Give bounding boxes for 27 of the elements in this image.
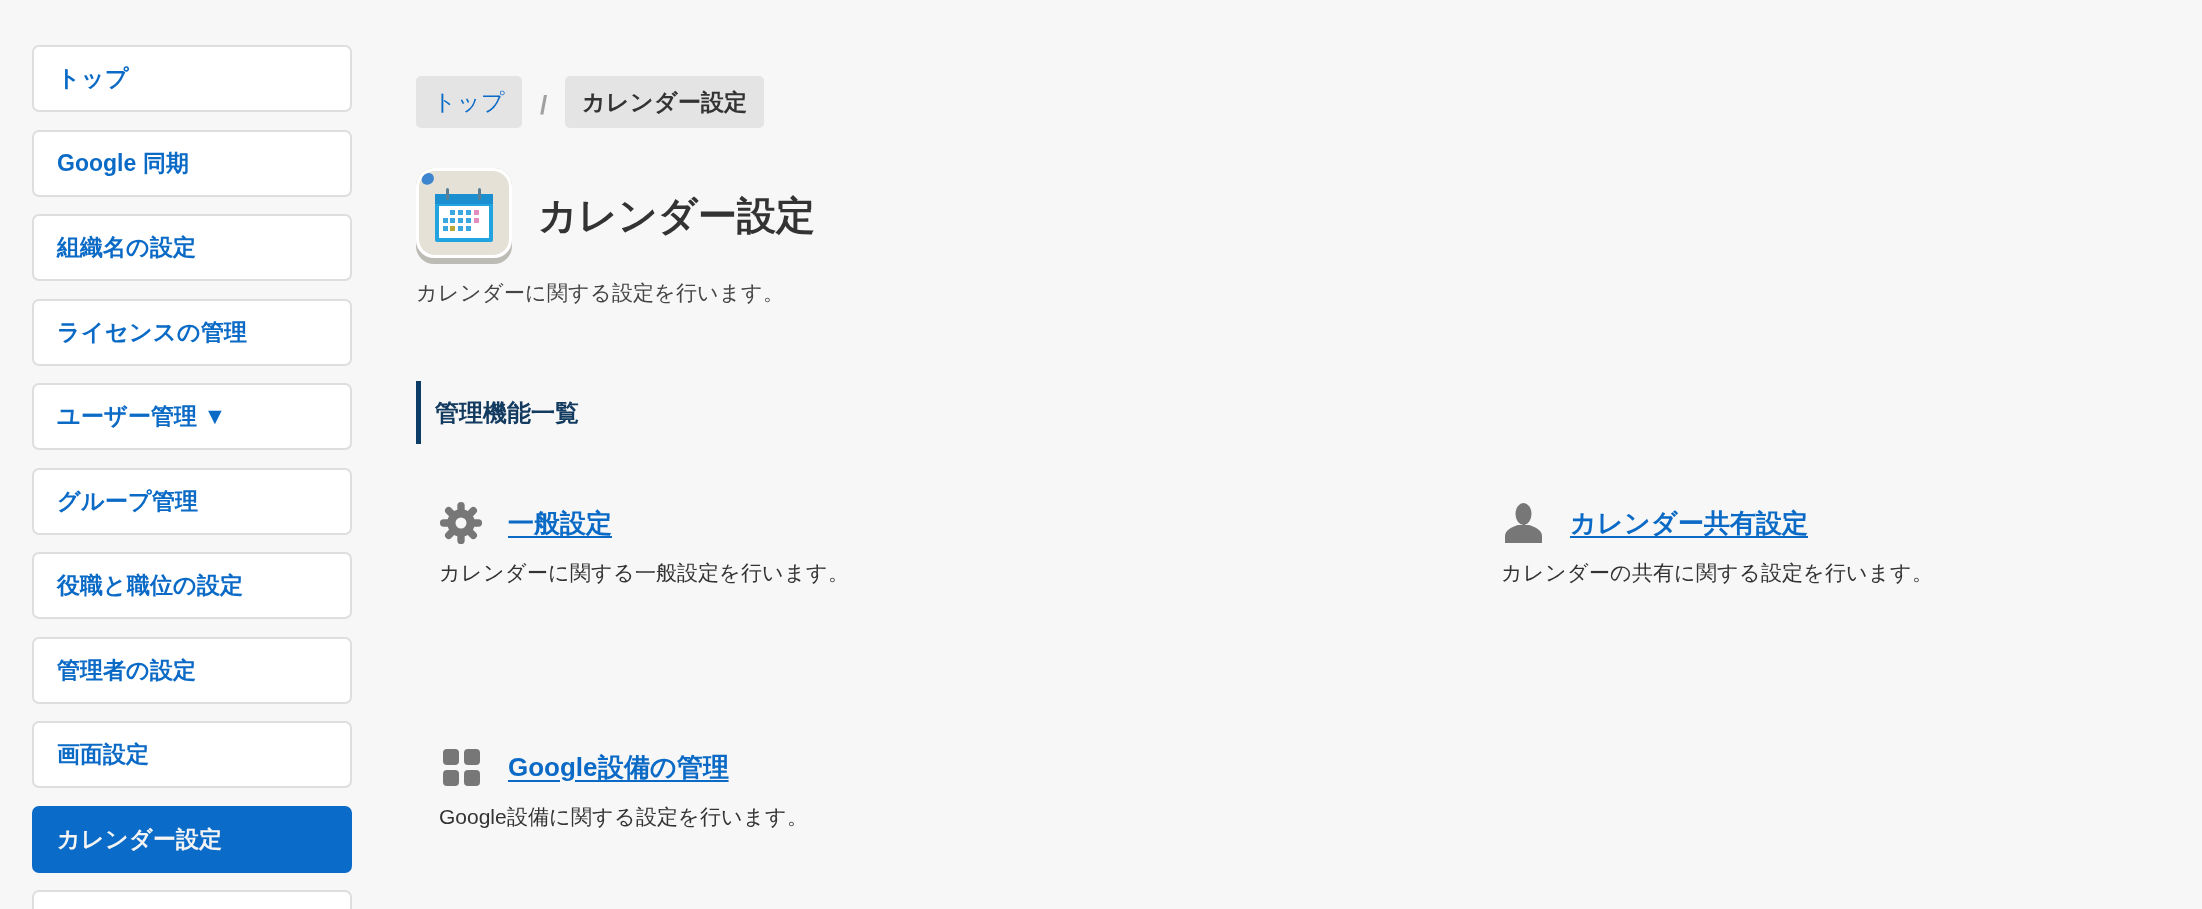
sidebar-item[interactable]: ユーザー管理 ▼ [32, 383, 352, 450]
feature-link[interactable]: 一般設定 [508, 505, 612, 541]
settings-icon [439, 501, 483, 545]
section-heading: 管理機能一覧 [416, 381, 583, 444]
sidebar-item[interactable]: 管理者の設定 [32, 636, 352, 704]
feature-description: Google設備に関する設定を行います。 [439, 804, 808, 830]
feature-link[interactable]: カレンダー共有設定 [1570, 505, 1808, 541]
sidebar-item[interactable]: 画面設定 [32, 721, 352, 788]
sidebar-item[interactable]: カレンダー設定 [32, 805, 352, 873]
page-title: カレンダー設定 [538, 193, 815, 239]
calendar-app-icon [416, 168, 512, 264]
sidebar-item[interactable]: ライセンスの管理 [32, 298, 352, 366]
sidebar-item[interactable]: トップ [32, 45, 352, 112]
person-icon [1504, 503, 1542, 543]
breadcrumb-separator: / [540, 88, 548, 121]
sidebar-item[interactable]: グループ管理 [32, 467, 352, 535]
tiles-icon [442, 748, 480, 786]
sidebar-item[interactable]: 役職と職位の設定 [32, 552, 352, 619]
feature-description: カレンダーの共有に関する設定を行います。 [1501, 560, 1933, 586]
sidebar-item[interactable]: Google 同期 [32, 129, 352, 197]
feature-link[interactable]: Google設備の管理 [508, 749, 729, 785]
sidebar-item[interactable] [32, 890, 352, 909]
breadcrumb-current: カレンダー設定 [565, 76, 765, 128]
sidebar-item[interactable]: 組織名の設定 [32, 214, 352, 281]
feature-description: カレンダーに関する一般設定を行います。 [439, 560, 849, 586]
page-description: カレンダーに関する設定を行います。 [416, 280, 784, 306]
breadcrumb-link[interactable]: トップ [416, 76, 522, 128]
